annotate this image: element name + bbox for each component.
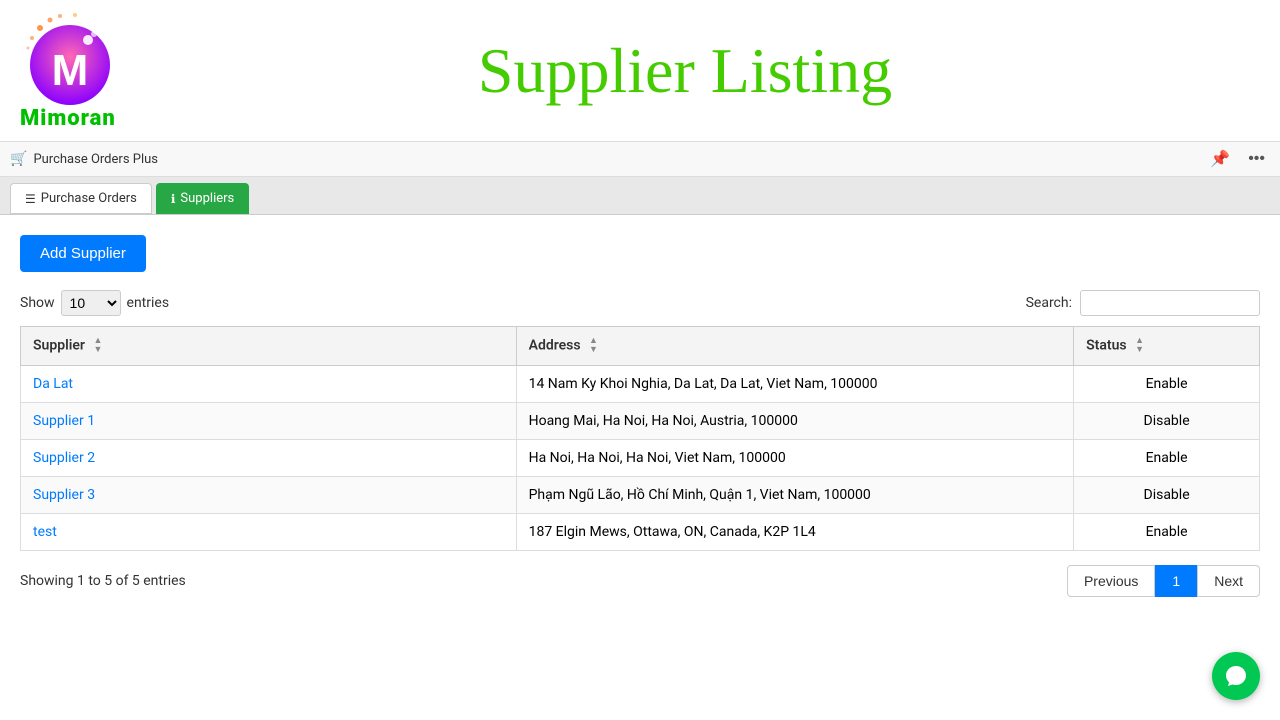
search-area: Search: <box>1026 290 1260 316</box>
app-bar: 🛒 Purchase Orders Plus 📌 ••• <box>0 141 1280 177</box>
showing-text: Showing 1 to 5 of 5 entries <box>20 573 186 589</box>
next-button[interactable]: Next <box>1197 565 1260 597</box>
show-entries-left: Show 10 25 50 100 entries <box>20 290 169 316</box>
tab-suppliers-label: Suppliers <box>180 191 234 206</box>
purchase-orders-icon: ☰ <box>25 192 36 206</box>
cell-supplier: Supplier 2 <box>21 440 517 477</box>
cell-address: Hoang Mai, Ha Noi, Ha Noi, Austria, 1000… <box>516 403 1074 440</box>
cell-supplier: Supplier 1 <box>21 403 517 440</box>
cell-supplier: test <box>21 514 517 551</box>
cell-address: 187 Elgin Mews, Ottawa, ON, Canada, K2P … <box>516 514 1074 551</box>
col-header-address[interactable]: Address ▲▼ <box>516 327 1074 366</box>
entries-search-row: Show 10 25 50 100 entries Search: <box>20 290 1260 316</box>
logo-container: M Mimoran <box>20 10 200 131</box>
sort-address-icon: ▲▼ <box>589 337 598 355</box>
pagination-buttons: Previous 1 Next <box>1067 565 1260 597</box>
search-label: Search: <box>1026 295 1072 311</box>
cell-status: Disable <box>1074 477 1260 514</box>
cell-address: Ha Noi, Ha Noi, Ha Noi, Viet Nam, 100000 <box>516 440 1074 477</box>
entries-select[interactable]: 10 25 50 100 <box>61 290 121 316</box>
entries-suffix: entries <box>127 295 170 311</box>
tab-purchase-orders-label: Purchase Orders <box>41 191 137 206</box>
suppliers-table: Supplier ▲▼ Address ▲▼ Status ▲▼ Da Lat 1… <box>20 326 1260 551</box>
sort-supplier-icon: ▲▼ <box>93 337 102 355</box>
supplier-link[interactable]: Supplier 2 <box>33 450 95 466</box>
table-row: Supplier 1 Hoang Mai, Ha Noi, Ha Noi, Aus… <box>21 403 1260 440</box>
header: M Mimoran Supplier Listing <box>0 0 1280 141</box>
svg-text:M: M <box>52 46 89 95</box>
tab-purchase-orders[interactable]: ☰ Purchase Orders <box>10 183 152 214</box>
logo-text: Mimoran <box>20 106 116 131</box>
add-supplier-button[interactable]: Add Supplier <box>20 235 146 272</box>
table-header-row: Supplier ▲▼ Address ▲▼ Status ▲▼ <box>21 327 1260 366</box>
table-row: Supplier 2 Ha Noi, Ha Noi, Ha Noi, Viet N… <box>21 440 1260 477</box>
cell-status: Enable <box>1074 440 1260 477</box>
table-row: Da Lat 14 Nam Ky Khoi Nghia, Da Lat, Da L… <box>21 366 1260 403</box>
app-bar-left: 🛒 Purchase Orders Plus <box>10 151 1205 167</box>
suppliers-icon: ℹ <box>171 192 176 206</box>
cell-supplier: Da Lat <box>21 366 517 403</box>
page-title: Supplier Listing <box>200 34 1250 108</box>
nav-tabs: ☰ Purchase Orders ℹ Suppliers <box>0 177 1280 215</box>
supplier-link[interactable]: Supplier 3 <box>33 487 95 503</box>
pagination-row: Showing 1 to 5 of 5 entries Previous 1 N… <box>20 565 1260 597</box>
sort-status-icon: ▲▼ <box>1135 337 1144 355</box>
table-row: Supplier 3 Phạm Ngũ Lão, Hồ Chí Minh, Quậ… <box>21 477 1260 514</box>
supplier-link[interactable]: test <box>33 524 57 540</box>
app-icon: 🛒 <box>10 151 27 167</box>
cell-status: Enable <box>1074 514 1260 551</box>
cell-address: 14 Nam Ky Khoi Nghia, Da Lat, Da Lat, Vi… <box>516 366 1074 403</box>
app-name: Purchase Orders Plus <box>33 152 158 167</box>
cell-address: Phạm Ngũ Lão, Hồ Chí Minh, Quận 1, Viet … <box>516 477 1074 514</box>
app-bar-actions: 📌 ••• <box>1205 147 1270 171</box>
main-content: Add Supplier Show 10 25 50 100 entries S… <box>0 215 1280 617</box>
cell-supplier: Supplier 3 <box>21 477 517 514</box>
pin-button[interactable]: 📌 <box>1205 147 1235 171</box>
supplier-link[interactable]: Da Lat <box>33 376 73 392</box>
show-label: Show <box>20 295 55 311</box>
tab-suppliers[interactable]: ℹ Suppliers <box>156 183 249 214</box>
page-1-button[interactable]: 1 <box>1155 565 1197 597</box>
chat-bubble[interactable] <box>1212 652 1260 700</box>
table-row: test 187 Elgin Mews, Ottawa, ON, Canada, … <box>21 514 1260 551</box>
chat-icon <box>1224 664 1248 688</box>
cell-status: Enable <box>1074 366 1260 403</box>
col-header-supplier[interactable]: Supplier ▲▼ <box>21 327 517 366</box>
supplier-link[interactable]: Supplier 1 <box>33 413 95 429</box>
search-input[interactable] <box>1080 290 1260 316</box>
col-header-status[interactable]: Status ▲▼ <box>1074 327 1260 366</box>
more-button[interactable]: ••• <box>1243 148 1270 170</box>
previous-button[interactable]: Previous <box>1067 565 1155 597</box>
logo-icon: M <box>20 10 120 110</box>
cell-status: Disable <box>1074 403 1260 440</box>
